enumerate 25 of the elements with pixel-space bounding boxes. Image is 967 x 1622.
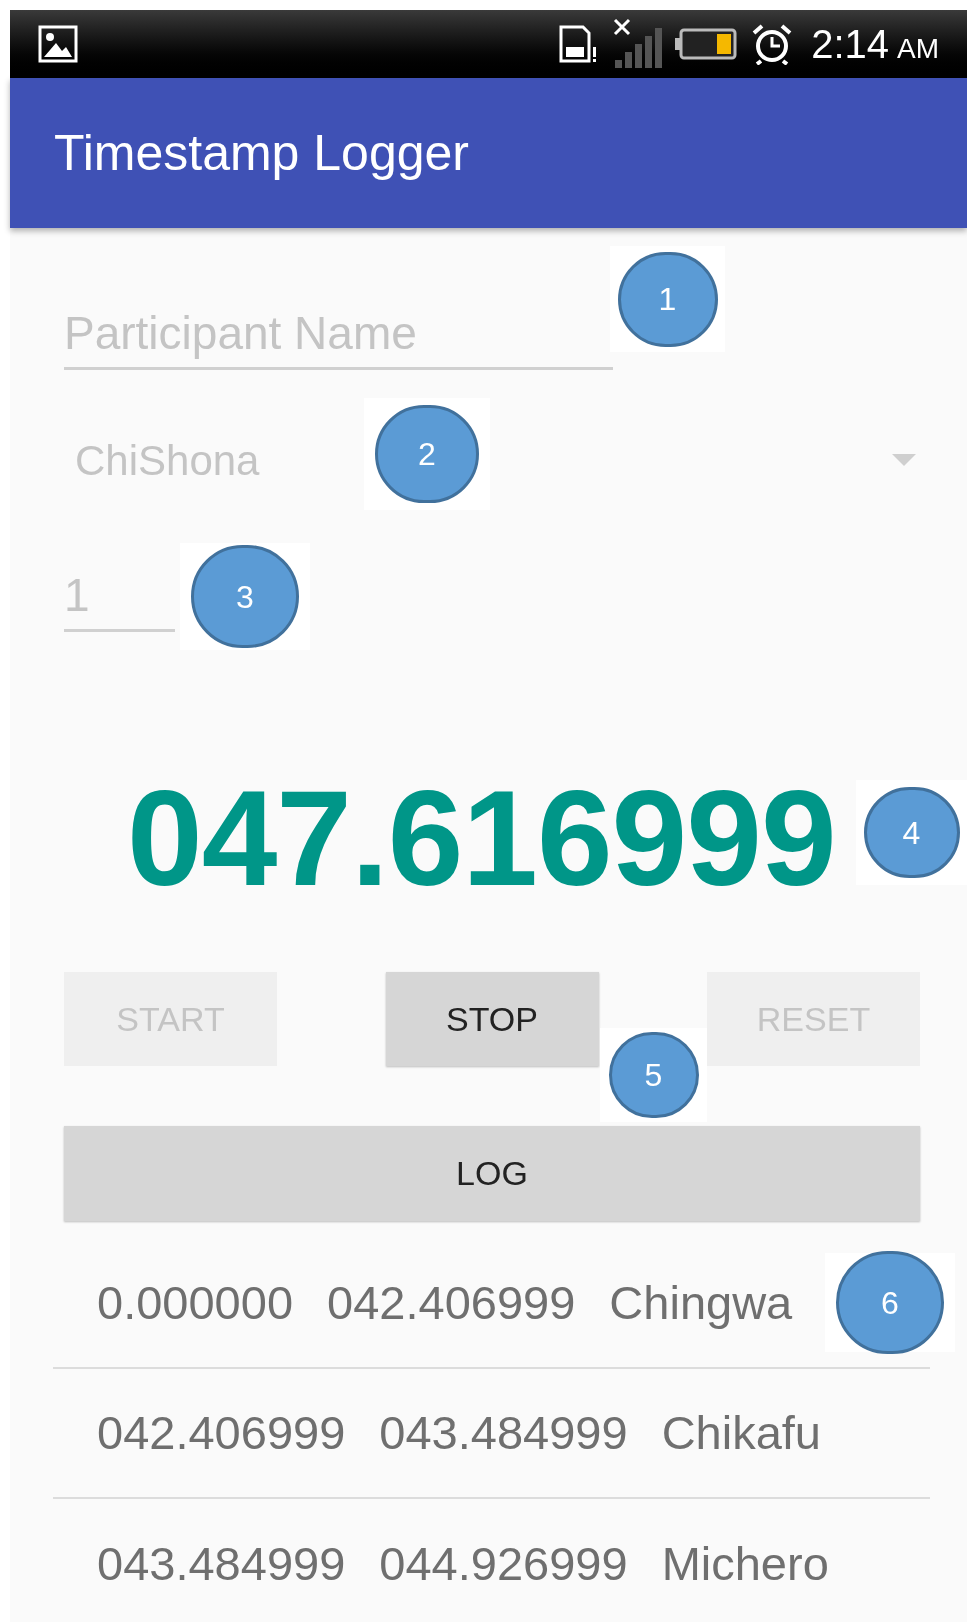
log-button[interactable]: LOG [64, 1126, 920, 1221]
clock-time: 2:14 [811, 24, 889, 64]
clock-meridiem: AM [897, 35, 939, 63]
log-end-time: 043.484999 [379, 1404, 628, 1461]
annotation-marker: 1 [617, 251, 718, 347]
log-start-time: 0.000000 [97, 1274, 294, 1331]
control-button[interactable]: STOP [385, 972, 599, 1066]
annotation-marker: 5 [608, 1032, 699, 1118]
picture-icon [38, 25, 78, 63]
app-title: Timestamp Logger [54, 128, 469, 178]
annotation-marker: 4 [863, 786, 960, 879]
annotation-marker: 6 [836, 1251, 944, 1354]
timer-reading: 047.616999 [127, 770, 836, 906]
log-word: Michero [661, 1535, 829, 1592]
log-word: Chingwa [609, 1274, 793, 1331]
log-start-time: 043.484999 [97, 1535, 346, 1592]
log-end-time: 042.406999 [327, 1274, 576, 1331]
dropdown-caret-icon [892, 454, 916, 466]
log-start-time: 042.406999 [97, 1404, 346, 1461]
log-end-time: 044.926999 [379, 1535, 628, 1592]
annotation-marker: 3 [191, 545, 299, 648]
log-word: Chikafu [661, 1404, 821, 1461]
battery-icon [675, 28, 738, 60]
alarm-clock-icon [751, 23, 794, 65]
annotation-marker: 2 [375, 404, 479, 504]
